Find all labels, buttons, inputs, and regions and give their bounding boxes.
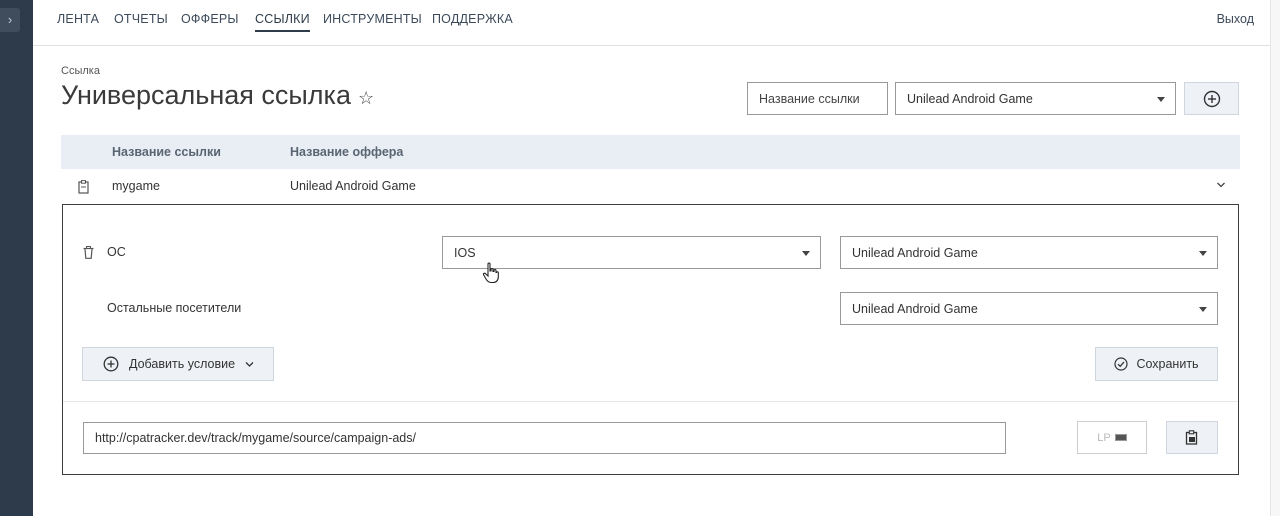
nav-item-support[interactable]: ПОДДЕРЖКА <box>432 12 513 30</box>
link-name-placeholder: Название ссылки <box>759 91 860 106</box>
caret-down-icon <box>802 250 810 256</box>
trash-icon[interactable] <box>83 246 94 259</box>
condition-offer-select[interactable]: Unilead Android Game <box>840 236 1218 269</box>
add-link-button[interactable] <box>1184 82 1239 115</box>
lp-label: LP <box>1097 431 1111 444</box>
nav-item-links[interactable]: ССЫЛКИ <box>255 12 310 32</box>
page-title: Универсальная ссылка <box>61 80 351 110</box>
row-link-name: mygame <box>112 179 160 193</box>
table-header: Название ссылки Название оффера <box>61 135 1240 169</box>
breadcrumb[interactable]: Ссылка <box>61 65 100 77</box>
scrollbar[interactable] <box>1270 0 1280 516</box>
tracking-url-value: http://cpatracker.dev/track/mygame/sourc… <box>95 431 416 445</box>
link-name-input[interactable]: Название ссылки <box>747 82 888 115</box>
chevron-down-icon <box>245 361 254 368</box>
lp-toggle-button[interactable]: LP <box>1077 421 1147 454</box>
copy-icon[interactable] <box>78 180 90 194</box>
check-circle-icon <box>1114 357 1129 371</box>
toggle-icon <box>1114 434 1127 441</box>
other-visitors-label: Остальные посетители <box>107 301 242 315</box>
top-navigation: ЛЕНТА ОТЧЕТЫ ОФФЕРЫ ССЫЛКИ ИНСТРУМЕНТЫ П… <box>33 0 1270 46</box>
star-icon[interactable]: ☆ <box>358 88 374 109</box>
table-row[interactable]: mygame Unilead Android Game <box>61 169 1240 205</box>
save-label: Сохранить <box>1136 357 1199 371</box>
nav-item-offers[interactable]: ОФФЕРЫ <box>181 12 239 30</box>
other-visitors-offer-value: Unilead Android Game <box>852 301 978 316</box>
plus-circle-icon <box>1203 90 1221 108</box>
add-condition-label: Добавить условие <box>129 357 236 371</box>
column-header-offer-name[interactable]: Название оффера <box>290 145 403 159</box>
offer-select-value: Unilead Android Game <box>907 91 1033 106</box>
save-button[interactable]: Сохранить <box>1095 347 1218 381</box>
logout-link[interactable]: Выход <box>1217 12 1254 26</box>
condition-label: ОС <box>107 245 126 259</box>
nav-item-feed[interactable]: ЛЕНТА <box>57 12 99 30</box>
row-offer-name: Unilead Android Game <box>290 179 416 193</box>
plus-circle-icon <box>103 356 119 372</box>
left-sidebar: › <box>0 0 33 516</box>
caret-down-icon <box>1199 250 1207 256</box>
hand-cursor-icon <box>482 262 500 284</box>
copy-icon <box>1185 430 1199 445</box>
copy-url-button[interactable] <box>1166 421 1218 454</box>
condition-offer-value: Unilead Android Game <box>852 245 978 260</box>
nav-item-tools[interactable]: ИНСТРУМЕНТЫ <box>323 12 422 30</box>
condition-value: IOS <box>454 245 476 260</box>
caret-down-icon <box>1199 306 1207 312</box>
chevron-down-icon[interactable] <box>1216 181 1226 189</box>
add-condition-button[interactable]: Добавить условие <box>82 347 274 381</box>
nav-item-reports[interactable]: ОТЧЕТЫ <box>114 12 168 30</box>
chevron-right-icon: › <box>7 12 13 27</box>
caret-down-icon <box>1157 96 1165 102</box>
sidebar-toggle[interactable]: › <box>0 8 20 32</box>
other-visitors-offer-select[interactable]: Unilead Android Game <box>840 292 1218 325</box>
column-header-link-name[interactable]: Название ссылки <box>112 145 221 159</box>
tracking-url-input[interactable]: http://cpatracker.dev/track/mygame/sourc… <box>83 422 1006 454</box>
offer-select[interactable]: Unilead Android Game <box>895 82 1176 115</box>
panel-divider <box>63 401 1238 402</box>
link-rules-panel: ОС IOS Unilead Android Game Остальные по… <box>62 204 1239 475</box>
